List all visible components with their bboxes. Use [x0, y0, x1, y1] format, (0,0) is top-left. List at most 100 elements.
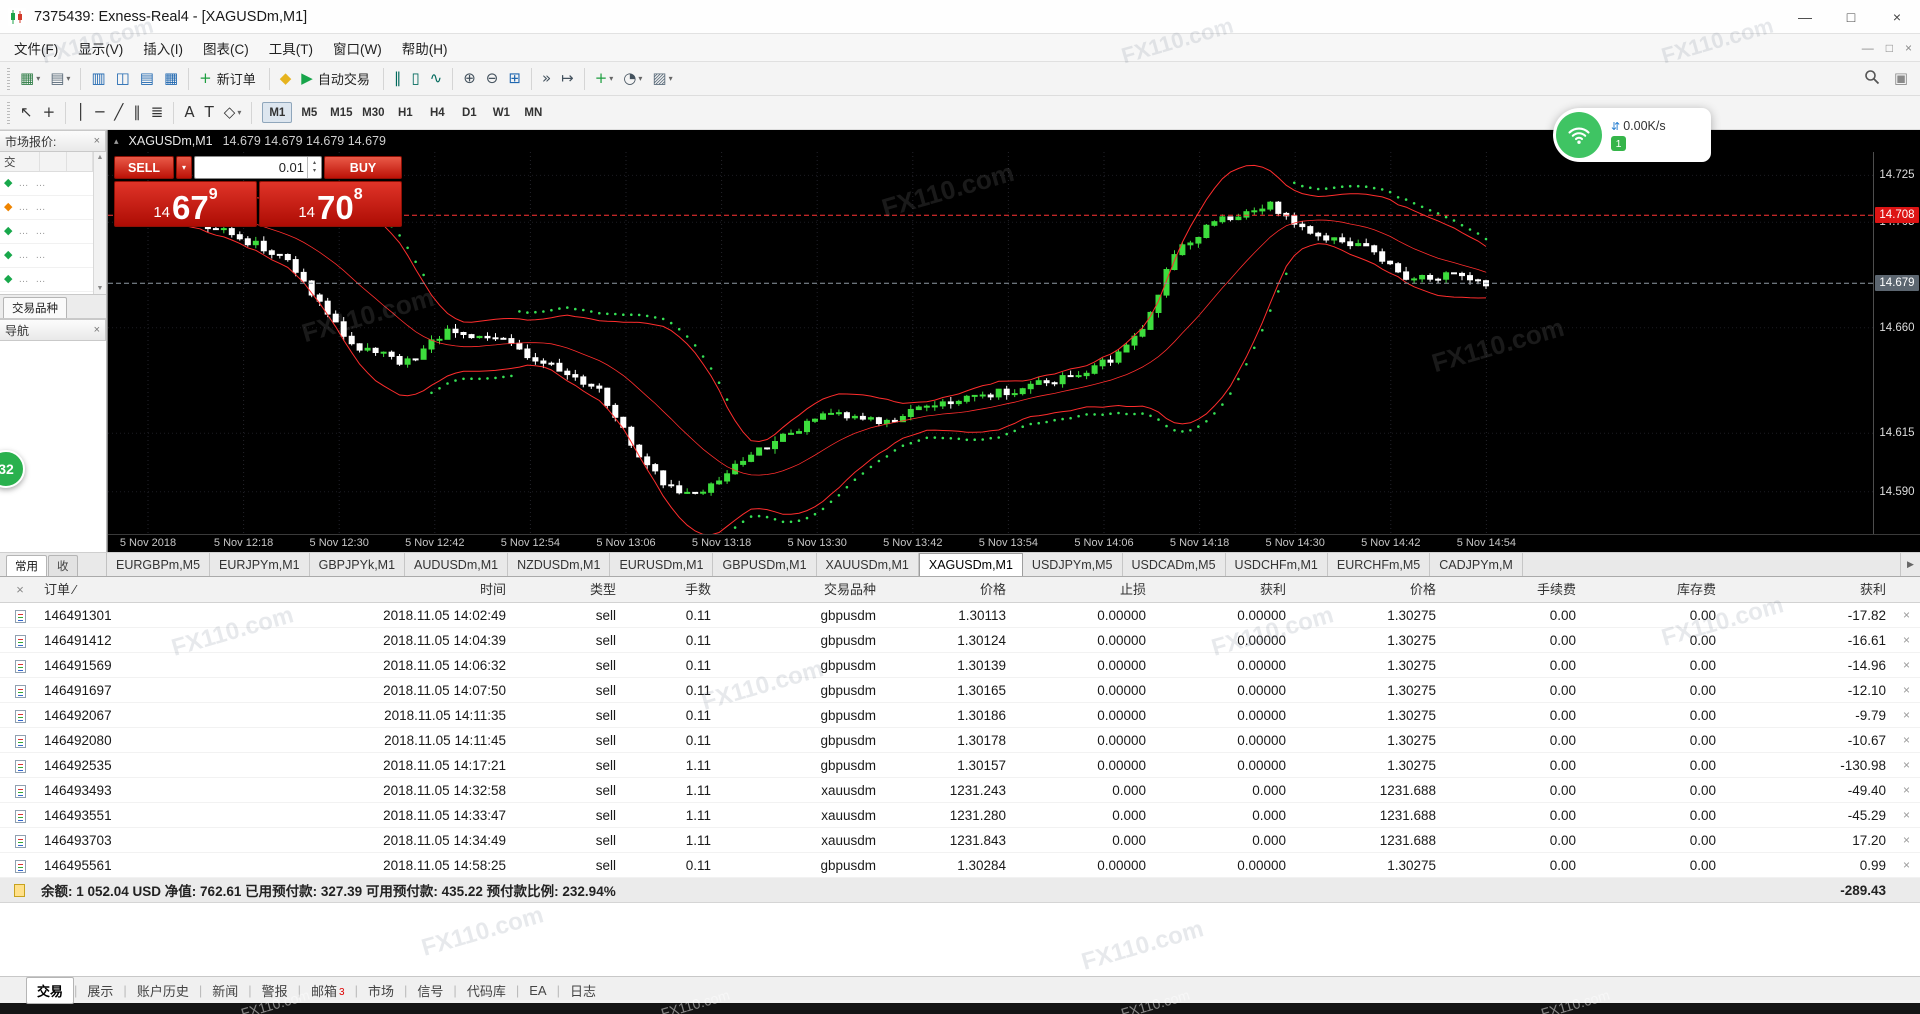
market-watch-scrollbar[interactable]: ▲ ▼ — [93, 152, 106, 294]
indicators-button[interactable]: + ▾ — [591, 66, 618, 92]
chart-tab-XAUUSDm,M1[interactable]: XAUUSDm,M1 — [817, 553, 919, 576]
chart-tab-USDCADm,M5[interactable]: USDCADm,M5 — [1123, 553, 1226, 576]
chart-tab-XAGUSDm,M1[interactable]: XAGUSDm,M1 — [918, 553, 1023, 576]
autotrading-button[interactable]: ▶ 自动交易 — [297, 66, 377, 92]
chart-tab-EURJPYm,M1[interactable]: EURJPYm,M1 — [210, 553, 310, 576]
timeframe-mn[interactable]: MN — [518, 102, 548, 123]
horizontal-line-button[interactable]: ─ — [91, 100, 108, 126]
navigator-tab-1[interactable]: 收 — [48, 555, 78, 576]
order-row[interactable]: 146493551 2018.11.05 14:33:47 sell 1.11 xauu… — [0, 803, 1920, 828]
menu-item-5[interactable]: 窗口(W) — [323, 35, 392, 61]
periods-button[interactable]: ◔ ▾ — [619, 66, 646, 92]
chart-tab-NZDUSDm,M1[interactable]: NZDUSDm,M1 — [508, 553, 611, 576]
time-axis[interactable]: 5 Nov 2018 5 Nov 12:18 5 Nov 12:30 5 Nov 12… — [108, 534, 1920, 552]
trend-line-button[interactable]: ╱ — [110, 100, 127, 126]
auto-scroll-button[interactable]: » — [538, 66, 555, 92]
crosshair-button[interactable]: + — [39, 100, 60, 126]
bar-chart-button[interactable]: ∥ — [390, 66, 406, 92]
data-window-button[interactable]: ◫ — [112, 66, 134, 92]
tab-symbols[interactable]: 交易品种 — [3, 297, 67, 318]
market-watch-row[interactable]: ◆…… — [0, 220, 106, 244]
order-row[interactable]: 146492535 2018.11.05 14:17:21 sell 1.11 gbpu… — [0, 753, 1920, 778]
close-order-button[interactable]: × — [1903, 778, 1910, 802]
chart-shift-button[interactable]: ↦ — [557, 66, 578, 92]
ask-column-header[interactable] — [67, 152, 93, 171]
terminal-tab-代码库[interactable]: 代码库 — [457, 978, 516, 1003]
close-order-button[interactable]: × — [1903, 653, 1910, 677]
close-order-button[interactable]: × — [1903, 678, 1910, 702]
timeframe-h4[interactable]: H4 — [422, 102, 452, 123]
close-order-button[interactable]: × — [1903, 803, 1910, 827]
metaeditor-button[interactable]: ◆ — [276, 66, 296, 92]
equidistant-channel-button[interactable]: ∥ — [129, 100, 145, 126]
line-chart-button[interactable]: ∿ — [426, 66, 447, 92]
chart-tab-GBPJPYk,M1[interactable]: GBPJPYk,M1 — [310, 553, 406, 576]
chart-tab-EURGBPm,M5[interactable]: EURGBPm,M5 — [107, 553, 211, 576]
sell-button[interactable]: SELL — [114, 156, 174, 179]
sell-dropdown-icon[interactable]: ▾ — [176, 156, 192, 179]
bid-price-display[interactable]: 14 67 9 — [114, 181, 257, 227]
spin-up-icon[interactable]: ▴ — [313, 160, 316, 167]
close-order-button[interactable]: × — [1903, 853, 1910, 877]
collapse-icon[interactable]: ▴ — [114, 136, 119, 147]
terminal-tab-信号[interactable]: 信号 — [407, 978, 453, 1003]
terminal-tab-市场[interactable]: 市场 — [358, 978, 404, 1003]
menu-item-2[interactable]: 插入(I) — [133, 35, 193, 61]
menu-item-4[interactable]: 工具(T) — [259, 35, 323, 61]
order-row[interactable]: 146493703 2018.11.05 14:34:49 sell 1.11 xauu… — [0, 828, 1920, 853]
terminal-tab-日志[interactable]: 日志 — [560, 978, 606, 1003]
column-header-take-profit[interactable]: 获利 — [1160, 577, 1300, 603]
order-row[interactable]: 146495561 2018.11.05 14:58:25 sell 0.11 gbpu… — [0, 853, 1920, 878]
menu-item-1[interactable]: 显示(V) — [68, 35, 133, 61]
chart-tab-GBPUSDm,M1[interactable]: GBPUSDm,M1 — [713, 553, 817, 576]
market-watch-row[interactable]: ◆…… — [0, 172, 106, 196]
shapes-button[interactable]: ◇ ▾ — [220, 100, 246, 126]
spin-down-icon[interactable]: ▾ — [313, 168, 316, 175]
minimize-button[interactable]: — — [1782, 0, 1828, 33]
close-order-button[interactable]: × — [1903, 753, 1910, 777]
terminal-tab-警报[interactable]: 警报 — [252, 978, 298, 1003]
column-header-order-type[interactable]: 类型 — [520, 577, 630, 603]
order-row[interactable]: 146491697 2018.11.05 14:07:50 sell 0.11 gbpu… — [0, 678, 1920, 703]
tile-windows-button[interactable]: ⊞ — [504, 66, 525, 92]
column-header-open-time[interactable]: 时间 — [190, 577, 520, 603]
candlestick-chart-button[interactable]: ▯ — [407, 66, 423, 92]
scroll-up-icon[interactable]: ▲ — [97, 154, 104, 161]
menu-item-0[interactable]: 文件(F) — [4, 35, 68, 61]
menu-item-6[interactable]: 帮助(H) — [392, 35, 458, 61]
chart-tab-USDJPYm,M5[interactable]: USDJPYm,M5 — [1023, 553, 1123, 576]
close-terminal-button[interactable]: × — [0, 577, 40, 603]
close-order-button[interactable]: × — [1903, 603, 1910, 627]
order-row[interactable]: 146493493 2018.11.05 14:32:58 sell 1.11 xauu… — [0, 778, 1920, 803]
terminal-tab-账户历史[interactable]: 账户历史 — [127, 978, 199, 1003]
close-order-button[interactable]: × — [1903, 703, 1910, 727]
chart-tab-AUDUSDm,M1[interactable]: AUDUSDm,M1 — [405, 553, 509, 576]
terminal-tab-交易[interactable]: 交易 — [26, 976, 75, 1004]
timeframe-m30[interactable]: M30 — [358, 102, 388, 123]
templates-button[interactable]: ▨ ▾ — [648, 66, 676, 92]
close-order-button[interactable]: × — [1903, 628, 1910, 652]
lot-size-value[interactable]: 0.01 — [195, 157, 307, 178]
chart-tab-CADJPYm,M[interactable]: CADJPYm,M — [1430, 553, 1523, 576]
timeframe-m5[interactable]: M5 — [294, 102, 324, 123]
profiles-button[interactable]: ▤ ▾ — [46, 66, 74, 92]
navigator-close-icon[interactable]: × — [94, 324, 100, 336]
column-header-swap[interactable]: 库存费 — [1590, 577, 1730, 603]
ask-price-display[interactable]: 14 70 8 — [259, 181, 402, 227]
timeframe-h1[interactable]: H1 — [390, 102, 420, 123]
toolbar-drag-handle[interactable] — [7, 101, 10, 124]
child-restore-button[interactable]: □ — [1886, 41, 1893, 55]
order-row[interactable]: 146491301 2018.11.05 14:02:49 sell 0.11 gbpu… — [0, 603, 1920, 628]
timeframe-m15[interactable]: M15 — [326, 102, 356, 123]
child-close-button[interactable]: × — [1905, 41, 1912, 55]
close-order-button[interactable]: × — [1903, 828, 1910, 852]
column-header-order-id[interactable]: 订单 ∕ — [40, 577, 190, 603]
buy-button[interactable]: BUY — [324, 156, 402, 179]
network-overlay[interactable]: ⇵ 0.00K/s 1 — [1553, 108, 1711, 162]
column-header-order-symbol[interactable]: 交易品种 — [725, 577, 890, 603]
chart-tab-EURCHFm,M5[interactable]: EURCHFm,M5 — [1328, 553, 1431, 576]
search-icon[interactable] — [1864, 69, 1880, 88]
navigator-tab-0[interactable]: 常用 — [6, 555, 47, 576]
symbol-column-header[interactable]: 交 — [0, 152, 40, 171]
terminal-button[interactable]: ▦ — [160, 66, 182, 92]
